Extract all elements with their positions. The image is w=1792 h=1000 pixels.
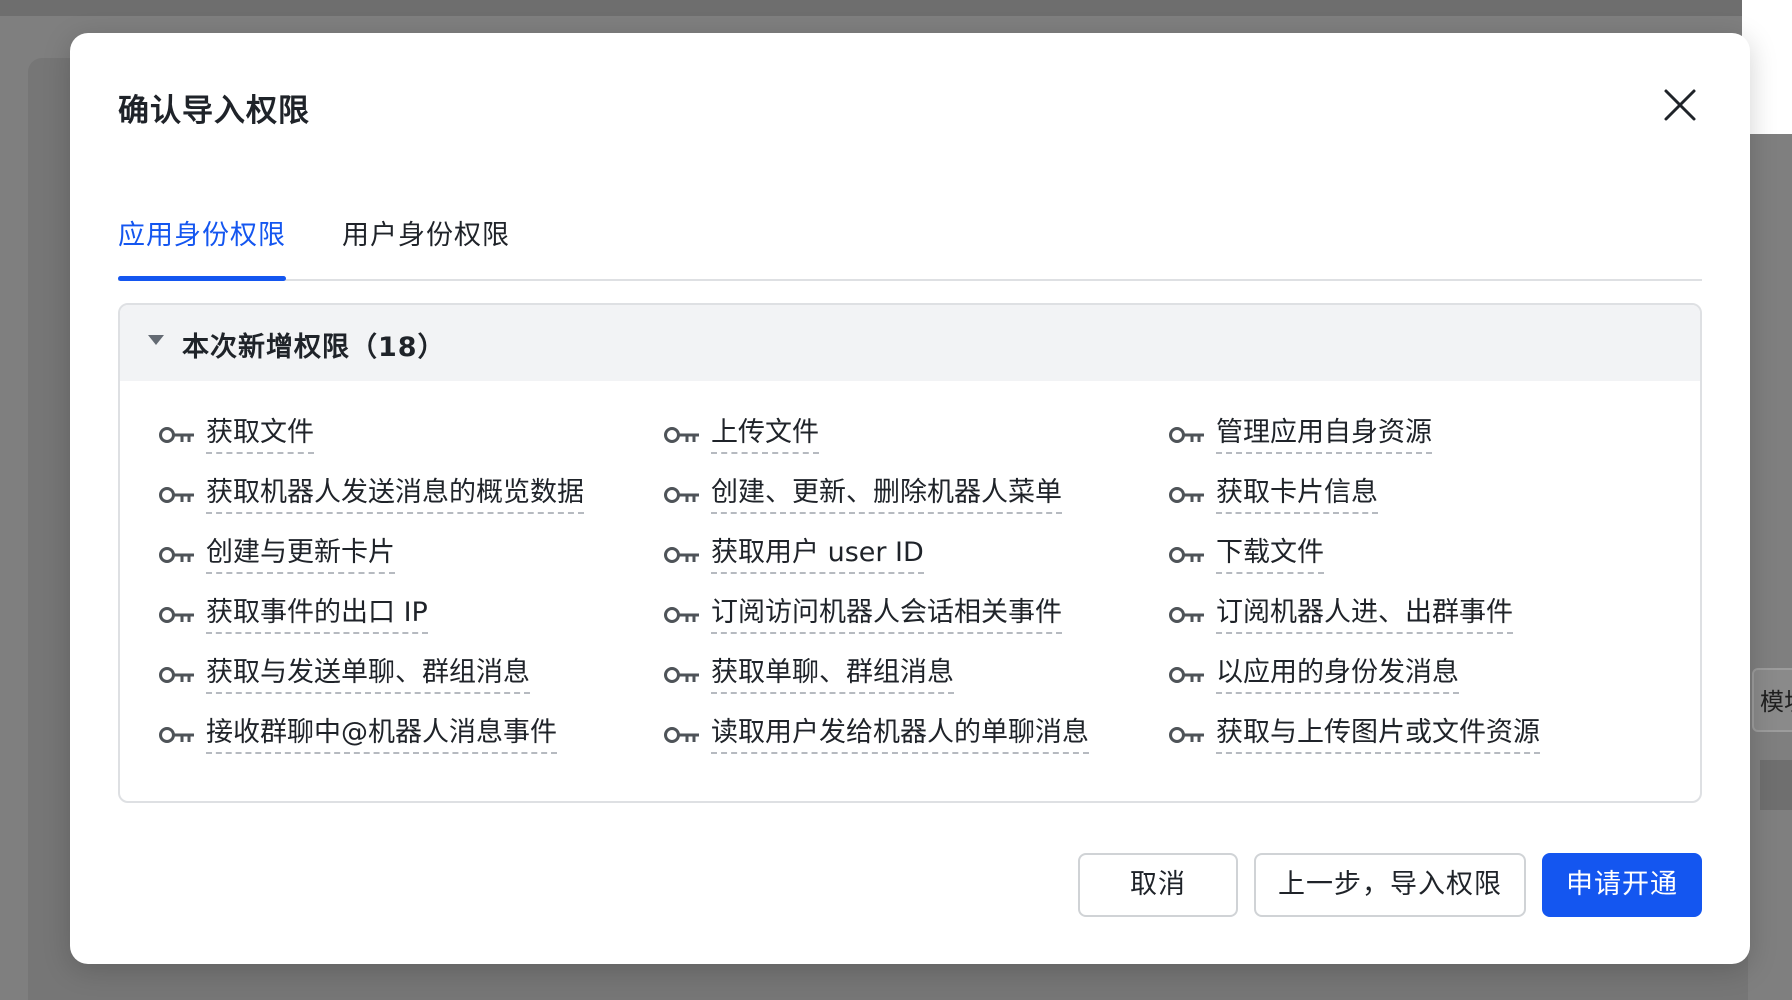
permission-label: 获取机器人发送消息的概览数据 (206, 476, 584, 514)
key-icon (159, 667, 194, 683)
permission-item[interactable]: 下载文件 (1168, 535, 1324, 575)
permission-label: 获取与上传图片或文件资源 (1216, 716, 1540, 754)
new-permissions-section: 本次新增权限（18） 获取文件 上传文件 管理应用自身资源 获取机器人发送消息的… (118, 303, 1702, 803)
permission-label: 获取卡片信息 (1216, 476, 1378, 514)
key-icon (664, 727, 699, 743)
permission-label: 获取单聊、群组消息 (711, 656, 954, 694)
permission-item[interactable]: 创建与更新卡片 (158, 535, 395, 575)
key-icon (664, 487, 699, 503)
dialog-title: 确认导入权限 (118, 93, 310, 129)
permission-label: 上传文件 (711, 416, 819, 454)
permission-item[interactable]: 获取事件的出口 IP (158, 595, 428, 635)
permission-item[interactable]: 获取与发送单聊、群组消息 (158, 655, 530, 695)
close-button[interactable] (1660, 85, 1700, 125)
permission-item[interactable]: 订阅机器人进、出群事件 (1168, 595, 1513, 635)
key-icon (1169, 727, 1204, 743)
permission-item[interactable]: 获取用户 user ID (663, 535, 924, 575)
permission-label: 下载文件 (1216, 536, 1324, 574)
permission-label: 获取用户 user ID (711, 536, 924, 574)
permission-label: 订阅机器人进、出群事件 (1216, 596, 1513, 634)
permission-item[interactable]: 获取与上传图片或文件资源 (1168, 715, 1540, 755)
permission-label: 创建与更新卡片 (206, 536, 395, 574)
apply-button[interactable]: 申请开通 (1542, 853, 1702, 917)
permission-item[interactable]: 订阅访问机器人会话相关事件 (663, 595, 1062, 635)
confirm-import-permissions-dialog: 确认导入权限 应用身份权限 用户身份权限 本次新增权限（18） 获取文件 上传文… (70, 33, 1750, 964)
caret-down-icon (148, 335, 164, 345)
key-icon (1169, 547, 1204, 563)
permission-item[interactable]: 获取单聊、群组消息 (663, 655, 954, 695)
permission-item[interactable]: 读取用户发给机器人的单聊消息 (663, 715, 1089, 755)
key-icon (1169, 487, 1204, 503)
permission-label: 读取用户发给机器人的单聊消息 (711, 716, 1089, 754)
key-icon (1169, 427, 1204, 443)
key-icon (664, 427, 699, 443)
key-icon (159, 487, 194, 503)
section-header[interactable]: 本次新增权限（18） (120, 305, 1700, 381)
permission-item[interactable]: 获取机器人发送消息的概览数据 (158, 475, 584, 515)
section-title: 本次新增权限（18） (182, 332, 446, 363)
permission-label: 订阅访问机器人会话相关事件 (711, 596, 1062, 634)
cancel-button[interactable]: 取消 (1078, 853, 1238, 917)
previous-step-button[interactable]: 上一步，导入权限 (1254, 853, 1526, 917)
close-icon (1664, 89, 1696, 121)
permission-item[interactable]: 上传文件 (663, 415, 819, 455)
key-icon (1169, 607, 1204, 623)
key-icon (664, 667, 699, 683)
permission-item[interactable]: 获取卡片信息 (1168, 475, 1378, 515)
background-strip (1760, 760, 1792, 810)
key-icon (159, 427, 194, 443)
tab-app-identity-permissions[interactable]: 应用身份权限 (118, 213, 286, 252)
permission-label: 获取事件的出口 IP (206, 596, 428, 634)
permission-item[interactable]: 管理应用自身资源 (1168, 415, 1432, 455)
permission-tabs: 应用身份权限 用户身份权限 (118, 183, 1702, 281)
permission-item[interactable]: 接收群聊中@机器人消息事件 (158, 715, 557, 755)
background-top-strip (0, 0, 1792, 16)
key-icon (159, 727, 194, 743)
tab-user-identity-permissions[interactable]: 用户身份权限 (342, 213, 510, 252)
permission-label: 管理应用自身资源 (1216, 416, 1432, 454)
key-icon (1169, 667, 1204, 683)
permission-list: 获取文件 上传文件 管理应用自身资源 获取机器人发送消息的概览数据 创建、更新、… (158, 415, 1678, 795)
key-icon (159, 607, 194, 623)
permission-item[interactable]: 获取文件 (158, 415, 314, 455)
permission-label: 获取文件 (206, 416, 314, 454)
permission-label: 创建、更新、删除机器人菜单 (711, 476, 1062, 514)
permission-label: 获取与发送单聊、群组消息 (206, 656, 530, 694)
key-icon (664, 547, 699, 563)
permission-item[interactable]: 创建、更新、删除机器人菜单 (663, 475, 1062, 515)
permission-item[interactable]: 以应用的身份发消息 (1168, 655, 1459, 695)
permission-label: 接收群聊中@机器人消息事件 (206, 716, 557, 754)
active-tab-indicator (118, 276, 286, 281)
key-icon (159, 547, 194, 563)
permission-label: 以应用的身份发消息 (1216, 656, 1459, 694)
background-module-button: 模块 (1752, 668, 1792, 732)
key-icon (664, 607, 699, 623)
